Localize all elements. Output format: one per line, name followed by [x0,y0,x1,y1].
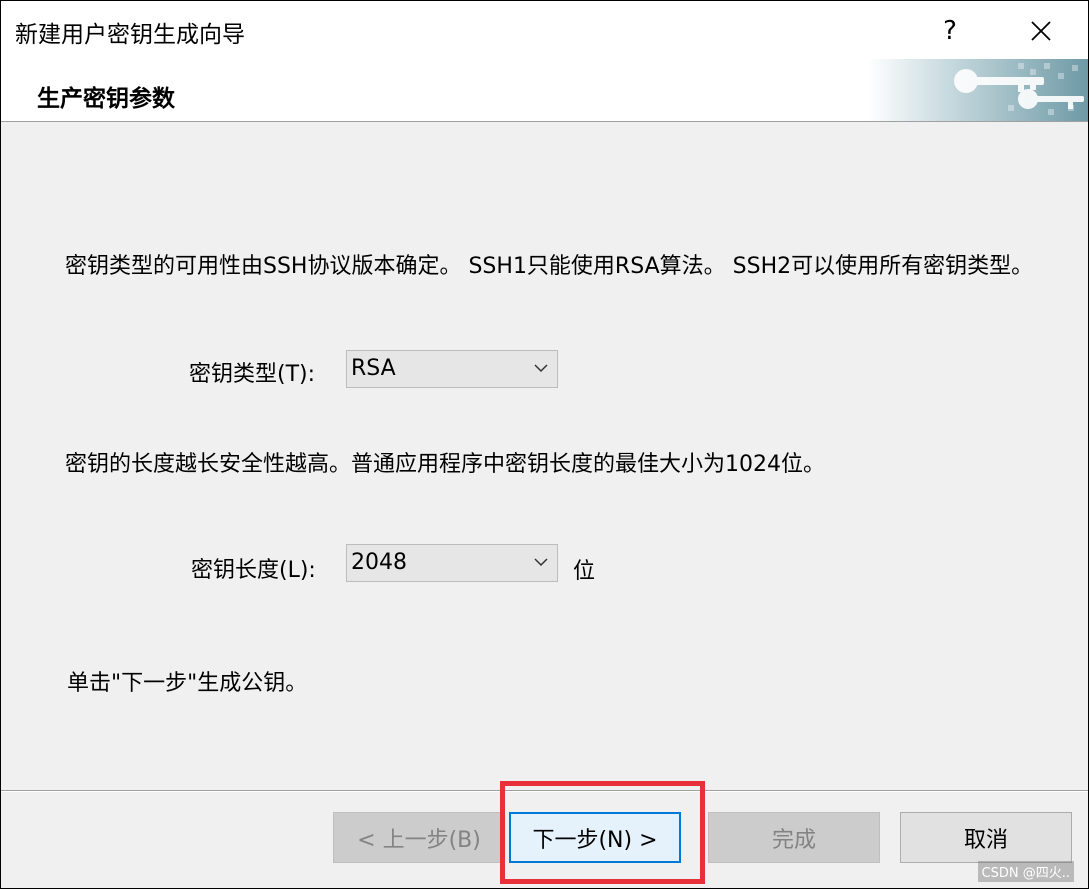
close-button[interactable] [1017,9,1065,53]
key-length-description: 密钥的长度越长安全性越高。普通应用程序中密钥长度的最佳大小为1024位。 [65,452,825,477]
page-title: 生产密钥参数 [37,86,175,112]
keys-banner-icon [868,59,1088,121]
key-type-select[interactable]: RSA [346,350,558,388]
cancel-button[interactable]: 取消 [900,812,1072,863]
wizard-window: 新建用户密钥生成向导 ? 生产密钥参数 密钥类型的可用性由SSH协议版本确定。 … [0,0,1089,889]
help-icon: ? [943,16,957,46]
title-bar: 新建用户密钥生成向导 ? [1,1,1088,59]
wizard-header: 生产密钥参数 [1,59,1088,122]
chevron-down-icon [534,364,548,373]
key-length-value: 2048 [351,550,407,575]
key-length-unit: 位 [573,559,596,584]
finish-button-label: 完成 [771,827,816,853]
instruction-text: 单击"下一步"生成公钥。 [67,671,308,696]
watermark: CSDN @四火.. [977,861,1074,882]
window-title: 新建用户密钥生成向导 [15,22,245,48]
finish-button[interactable]: 完成 [708,812,880,863]
key-type-value: RSA [351,356,396,381]
key-type-description: 密钥类型的可用性由SSH协议版本确定。 SSH1只能使用RSA算法。 SSH2可… [65,254,1034,279]
key-length-select[interactable]: 2048 [346,544,558,582]
cancel-button-label: 取消 [963,827,1008,853]
highlight-annotation-box [500,781,705,884]
close-icon [1031,21,1051,41]
help-button[interactable]: ? [926,9,974,53]
key-length-label: 密钥长度(L): [191,558,316,583]
chevron-down-icon [534,558,548,567]
back-button-label: < 上一步(B) [357,827,481,853]
key-type-label: 密钥类型(T): [189,362,316,387]
back-button[interactable]: < 上一步(B) [333,812,505,863]
